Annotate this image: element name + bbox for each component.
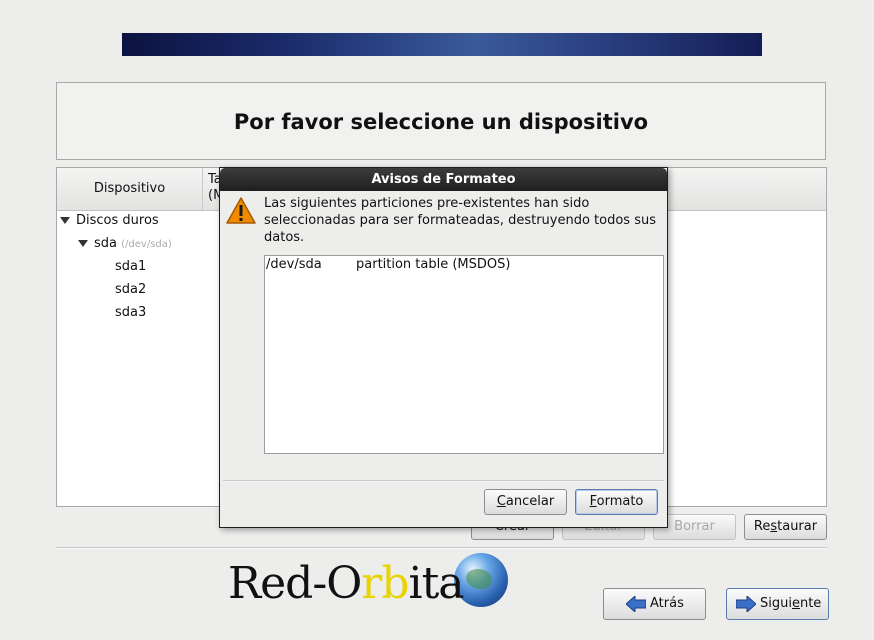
- dialog-message: Las siguientes particiones pre-existente…: [264, 196, 656, 245]
- format-warning-dialog: Avisos de Formateo Las siguientes partic…: [219, 167, 668, 528]
- cancel-button[interactable]: Cancelar: [484, 489, 567, 515]
- dialog-separator: [223, 480, 664, 482]
- tree-item-sda1[interactable]: sda1: [115, 257, 146, 277]
- tree-item-sda2[interactable]: sda2: [115, 280, 146, 300]
- page-title: Por favor seleccione un dispositivo: [233, 110, 649, 134]
- arrow-left-icon: [626, 596, 646, 612]
- expander-icon[interactable]: [60, 217, 70, 224]
- logo-text: Red-Orbita: [228, 558, 465, 609]
- formatted-partitions-list[interactable]: /dev/sda partition table (MSDOS): [264, 255, 664, 454]
- tree-item-sda[interactable]: sda (/dev/sda): [78, 234, 172, 254]
- warning-icon: [226, 197, 256, 224]
- separator: [56, 547, 827, 549]
- restore-button[interactable]: Restaurar: [744, 514, 827, 540]
- tree-item-hard-disks[interactable]: Discos duros: [60, 211, 159, 231]
- format-button[interactable]: Formato: [575, 489, 658, 515]
- arrow-right-icon: [736, 596, 756, 612]
- red-orbita-logo: Red-Orbita: [228, 553, 528, 640]
- back-button[interactable]: Atrás: [603, 588, 706, 620]
- dialog-title: Avisos de Formateo: [220, 168, 667, 191]
- page-title-box: Por favor seleccione un dispositivo: [56, 82, 826, 160]
- tree-item-sda3[interactable]: sda3: [115, 303, 146, 323]
- header-banner: [122, 33, 762, 56]
- next-button[interactable]: Siguiente: [726, 588, 829, 620]
- column-header-device[interactable]: Dispositivo: [57, 168, 203, 210]
- expander-icon[interactable]: [78, 240, 88, 247]
